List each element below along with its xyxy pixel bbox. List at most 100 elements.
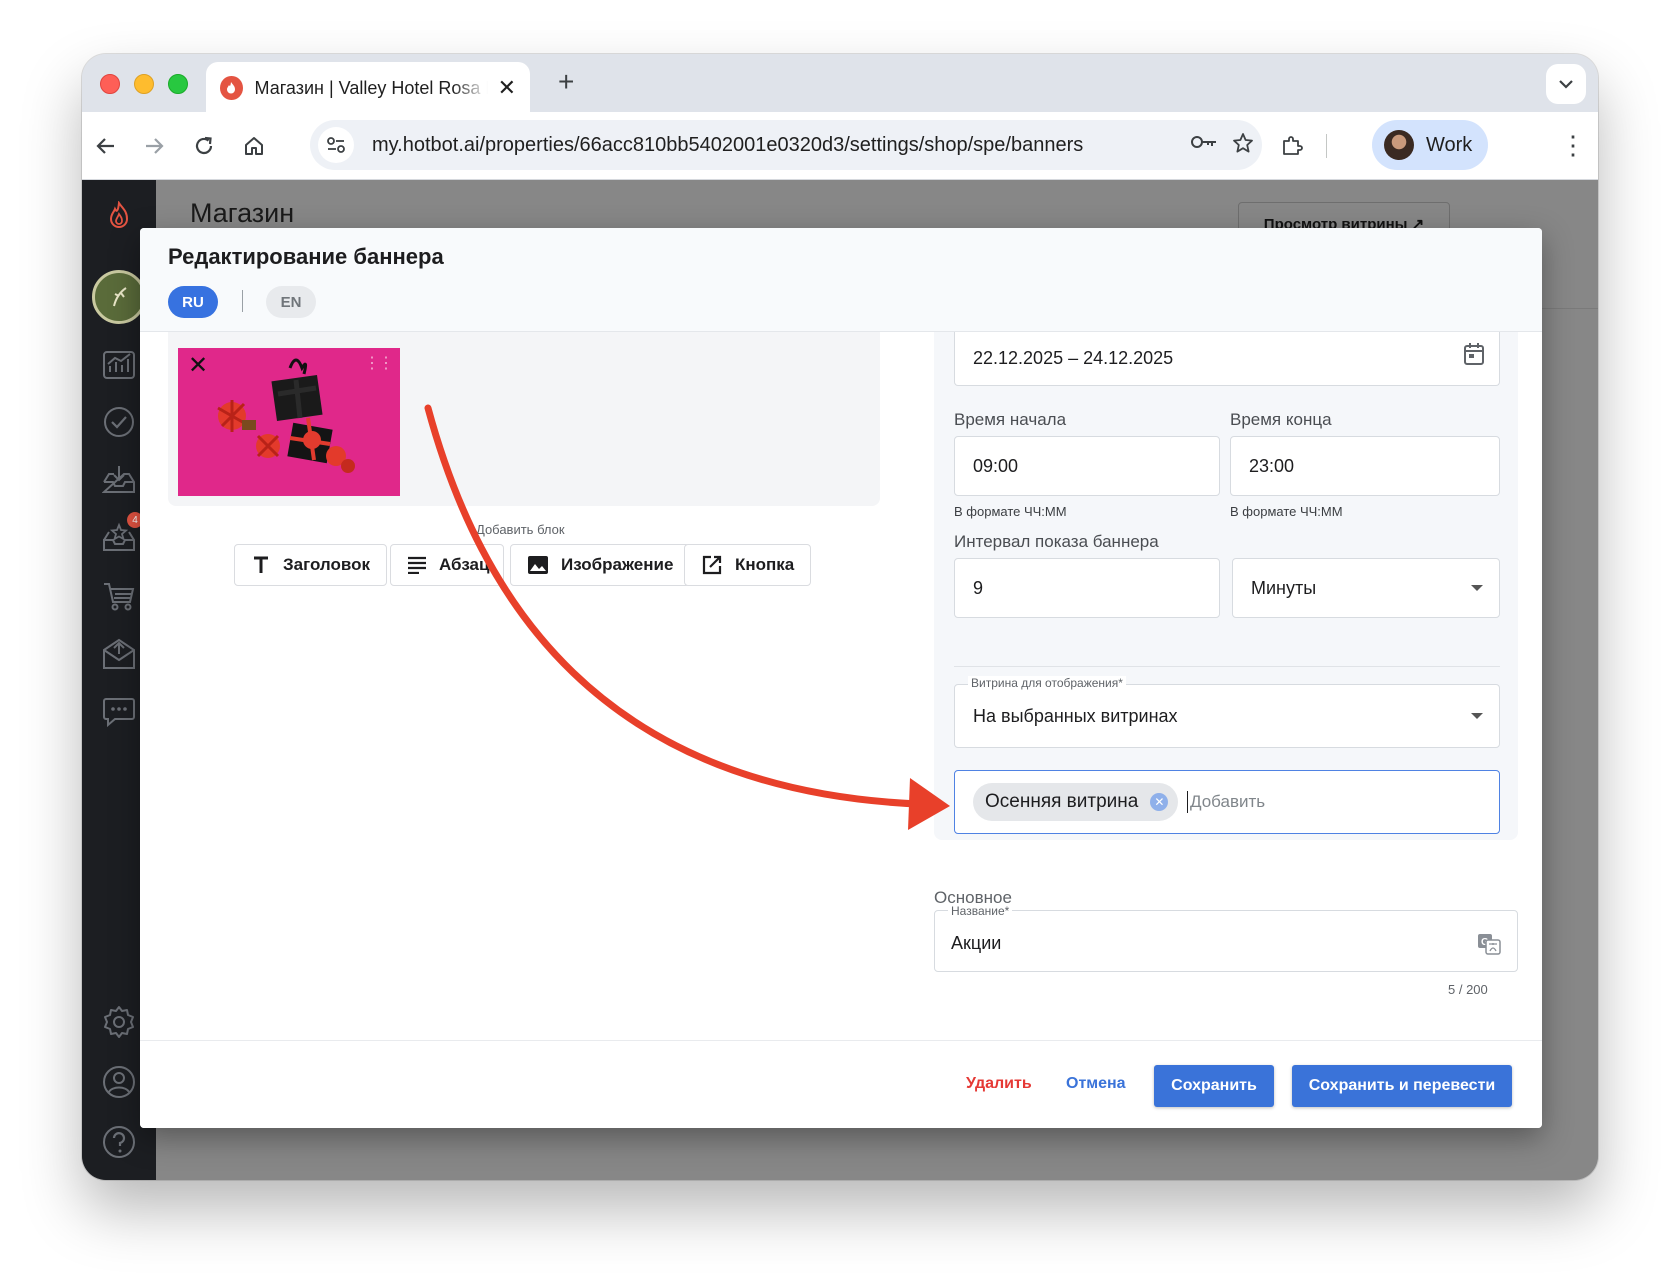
end-time-value: 23:00 bbox=[1249, 455, 1295, 476]
chip-label: Осенняя витрина bbox=[985, 791, 1139, 812]
add-heading-label: Заголовок bbox=[283, 555, 371, 574]
interval-unit-value: Минуты bbox=[1251, 577, 1317, 598]
banner-name-value: Акции bbox=[951, 933, 1002, 953]
lang-divider bbox=[242, 290, 243, 312]
showcase-select[interactable]: На выбранных витринах bbox=[954, 684, 1500, 748]
add-button-block-button[interactable]: Кнопка bbox=[684, 544, 812, 586]
showcase-chips-field[interactable]: Осенняя витрина ✕ Добавить bbox=[954, 770, 1500, 834]
showcase-value: На выбранных витринах bbox=[973, 705, 1178, 726]
add-heading-button[interactable]: Заголовок bbox=[234, 544, 388, 586]
image-block: ✕ ⋮⋮ bbox=[168, 332, 880, 506]
page-title: Магазин bbox=[190, 198, 295, 228]
forward-arrow-icon bbox=[146, 138, 164, 154]
dialog-title: Редактирование баннера bbox=[168, 244, 444, 269]
showcase-label: Витрина для отображения* bbox=[968, 676, 1126, 690]
chevron-down-icon bbox=[1559, 80, 1573, 89]
banner-editor: ✕ ⋮⋮ Добавить блок Заголовок Абзац Изобр… bbox=[140, 332, 880, 1052]
selected-showcase-chip[interactable]: Осенняя витрина ✕ bbox=[973, 783, 1179, 821]
add-paragraph-label: Абзац bbox=[439, 555, 490, 574]
dropdown-caret-icon bbox=[1471, 585, 1483, 591]
settings-icon[interactable] bbox=[99, 1002, 139, 1042]
drag-handle-icon[interactable]: ⋮⋮ bbox=[364, 356, 394, 372]
date-range-field[interactable]: 22.12.2025 – 24.12.2025 bbox=[954, 332, 1500, 386]
add-image-button[interactable]: Изображение bbox=[510, 544, 691, 586]
site-settings-icon[interactable] bbox=[318, 127, 354, 163]
start-time-hint: В формате ЧЧ:ММ bbox=[954, 504, 1067, 519]
avatar bbox=[1384, 130, 1414, 160]
text-heading-icon bbox=[251, 555, 271, 575]
profile-button[interactable]: Work bbox=[1372, 120, 1488, 170]
help-icon[interactable] bbox=[99, 1122, 139, 1162]
password-key-icon[interactable] bbox=[1190, 132, 1218, 158]
browser-window: Магазин | Valley Hotel Rosa K ✕ + my.hot… bbox=[82, 54, 1598, 1180]
reviews-icon[interactable]: 4 bbox=[99, 512, 143, 558]
translate-icon[interactable]: G bbox=[1477, 933, 1501, 960]
lang-en-tab[interactable]: EN bbox=[266, 286, 316, 318]
puzzle-icon bbox=[1283, 136, 1303, 155]
interval-value: 9 bbox=[973, 577, 984, 598]
section-divider bbox=[954, 666, 1500, 667]
close-window-button[interactable] bbox=[100, 74, 120, 94]
inbox-icon[interactable] bbox=[99, 460, 139, 500]
add-button-label: Кнопка bbox=[735, 555, 795, 574]
interval-unit-select[interactable]: Минуты bbox=[1232, 558, 1500, 618]
external-link-icon bbox=[701, 554, 723, 576]
reload-button[interactable] bbox=[184, 126, 224, 166]
maximize-window-button[interactable] bbox=[168, 74, 188, 94]
cancel-button[interactable]: Отмена bbox=[1066, 1075, 1126, 1093]
tab-title: Магазин | Valley Hotel Rosa K bbox=[254, 77, 488, 98]
calendar-icon[interactable] bbox=[1463, 342, 1485, 371]
add-image-label: Изображение bbox=[561, 555, 674, 574]
toolbar-divider bbox=[1326, 134, 1327, 158]
banner-name-field[interactable]: Акции G bbox=[934, 910, 1518, 972]
lang-ru-tab[interactable]: RU bbox=[168, 286, 218, 318]
browser-toolbar: my.hotbot.ai/properties/66acc810bb540200… bbox=[82, 112, 1598, 180]
save-button[interactable]: Сохранить bbox=[1154, 1065, 1274, 1107]
interval-label: Интервал показа баннера bbox=[954, 532, 1159, 551]
browser-menu-icon[interactable]: ⋮ bbox=[1560, 132, 1586, 158]
new-tab-button[interactable]: + bbox=[558, 68, 574, 96]
address-bar[interactable]: my.hotbot.ai/properties/66acc810bb540200… bbox=[310, 120, 1262, 170]
user-avatar-icon[interactable] bbox=[92, 270, 146, 324]
remove-image-icon[interactable]: ✕ bbox=[188, 354, 208, 378]
back-button[interactable] bbox=[86, 126, 126, 166]
tab-search-button[interactable] bbox=[1546, 64, 1586, 104]
name-char-counter: 5 / 200 bbox=[1448, 982, 1488, 997]
reload-icon bbox=[195, 136, 213, 155]
date-range-value: 22.12.2025 – 24.12.2025 bbox=[973, 348, 1174, 368]
back-arrow-icon bbox=[96, 138, 114, 154]
dialog-header: Редактирование баннера RU EN bbox=[140, 228, 1542, 332]
forward-button[interactable] bbox=[134, 126, 174, 166]
page-content: 4 Магазин Просмотр витрины ↗ Редактирова… bbox=[82, 180, 1598, 1180]
extensions-button[interactable] bbox=[1272, 126, 1312, 166]
flame-icon bbox=[220, 76, 243, 100]
bookmark-star-icon[interactable] bbox=[1232, 132, 1254, 160]
delete-button[interactable]: Удалить bbox=[966, 1075, 1032, 1093]
chip-remove-icon[interactable]: ✕ bbox=[1150, 793, 1169, 811]
profile-name: Work bbox=[1426, 133, 1473, 156]
add-showcase-input[interactable]: Добавить bbox=[1187, 791, 1265, 813]
flame-logo-icon[interactable] bbox=[99, 196, 139, 236]
end-time-input[interactable]: 23:00 bbox=[1230, 436, 1500, 496]
analytics-icon[interactable] bbox=[99, 344, 139, 384]
start-time-label: Время начала bbox=[954, 410, 1067, 429]
home-button[interactable] bbox=[234, 126, 274, 166]
start-time-value: 09:00 bbox=[973, 455, 1019, 476]
dropdown-caret-icon bbox=[1471, 713, 1483, 719]
tasks-icon[interactable] bbox=[99, 402, 139, 442]
browser-tab[interactable]: Магазин | Valley Hotel Rosa K ✕ bbox=[206, 62, 530, 114]
edit-banner-dialog: Редактирование баннера RU EN ✕ ⋮⋮ Добави… bbox=[140, 228, 1542, 1128]
interval-input[interactable]: 9 bbox=[954, 558, 1220, 618]
add-paragraph-button[interactable]: Абзац bbox=[390, 544, 504, 586]
tab-close-icon[interactable]: ✕ bbox=[498, 77, 516, 99]
cart-icon[interactable] bbox=[99, 576, 139, 616]
end-time-hint: В формате ЧЧ:ММ bbox=[1230, 504, 1343, 519]
start-time-input[interactable]: 09:00 bbox=[954, 436, 1220, 496]
minimize-window-button[interactable] bbox=[134, 74, 154, 94]
end-time-label: Время конца bbox=[1230, 410, 1332, 429]
add-block-label: Добавить блок bbox=[476, 522, 565, 537]
mail-icon[interactable] bbox=[99, 634, 139, 674]
save-and-translate-button[interactable]: Сохранить и перевести bbox=[1292, 1065, 1512, 1107]
chat-icon[interactable] bbox=[99, 692, 139, 732]
profile-icon[interactable] bbox=[99, 1062, 139, 1102]
